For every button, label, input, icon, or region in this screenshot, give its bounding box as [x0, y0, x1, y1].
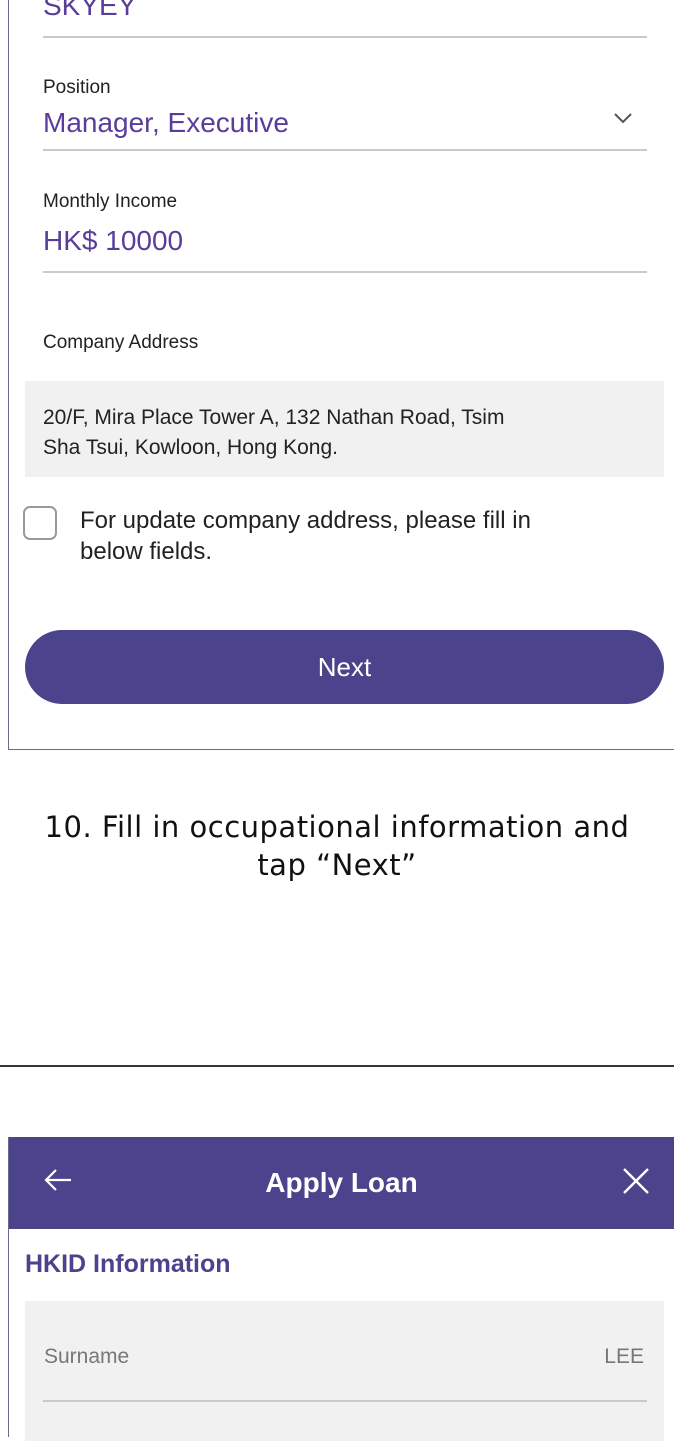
- company-name-field[interactable]: SKYEY: [43, 0, 647, 38]
- surname-field: Surname LEE: [25, 1301, 664, 1441]
- chevron-down-icon[interactable]: [613, 111, 633, 125]
- update-address-line2: below fields.: [80, 538, 213, 565]
- update-address-label[interactable]: For update company address, please fill …: [80, 505, 640, 567]
- update-address-line1: For update company address, please fill …: [80, 507, 531, 534]
- monthly-income-label: Monthly Income: [43, 191, 178, 212]
- monthly-income-field[interactable]: Monthly Income HK$ 10000: [43, 191, 647, 273]
- update-address-checkbox[interactable]: [23, 506, 57, 540]
- surname-label: Surname: [44, 1345, 130, 1368]
- step-caption-line2: tap “Next”: [257, 848, 417, 882]
- section-divider: [0, 1065, 674, 1067]
- monthly-income-value: HK$ 10000: [43, 225, 184, 256]
- app-bar-title: Apply Loan: [265, 1167, 418, 1198]
- surname-underline: [43, 1400, 647, 1402]
- company-address-box: 20/F, Mira Place Tower A, 132 Nathan Roa…: [25, 381, 664, 477]
- position-value: Manager, Executive: [43, 107, 289, 138]
- step-caption: 10. Fill in occupational information and…: [0, 808, 674, 884]
- position-select[interactable]: Position Manager, Executive: [43, 73, 647, 151]
- hkid-section-heading: HKID Information: [25, 1250, 231, 1278]
- surname-value: LEE: [604, 1345, 644, 1368]
- app-bar: Apply Loan: [9, 1137, 674, 1229]
- step-caption-line1: 10. Fill in occupational information and: [44, 810, 630, 844]
- company-address-line2: Sha Tsui, Kowloon, Hong Kong.: [43, 436, 338, 459]
- position-label: Position: [43, 77, 111, 98]
- company-address-line1: 20/F, Mira Place Tower A, 132 Nathan Roa…: [43, 406, 505, 429]
- close-icon[interactable]: [621, 1166, 651, 1196]
- company-address-label: Company Address: [43, 332, 199, 353]
- company-name-value: SKYEY: [43, 0, 137, 21]
- next-button[interactable]: Next: [25, 630, 664, 704]
